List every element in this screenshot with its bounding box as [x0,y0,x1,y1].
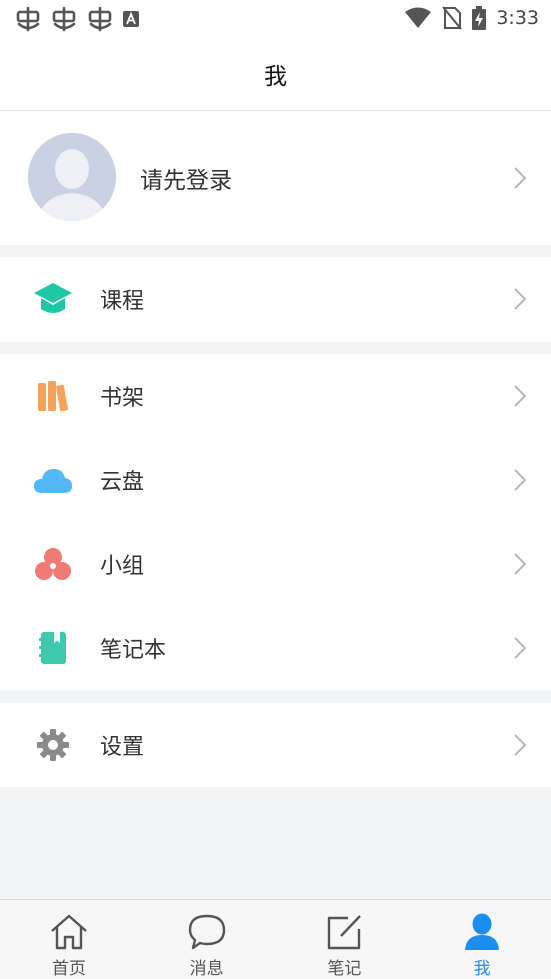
tab-messages[interactable]: 消息 [138,900,276,979]
bug-icon [88,6,112,32]
menu-item-settings[interactable]: 设置 [0,703,551,787]
menu-item-bookshelf[interactable]: 书架 [0,354,551,438]
tab-me[interactable]: 我 [413,900,551,979]
home-icon [51,914,87,950]
profile-login-row[interactable]: 请先登录 [0,111,551,245]
no-sim-icon [442,6,463,30]
person-icon [465,913,500,950]
edit-note-icon [328,915,362,950]
a-box-icon [123,11,139,27]
tab-label: 我 [473,959,491,979]
menu-item-notebook[interactable]: 笔记本 [0,606,551,690]
tab-notes[interactable]: 笔记 [276,900,414,979]
battery-charging-icon [472,6,487,30]
chevron-right-icon [514,553,527,575]
bottom-tab-bar: 首页 消息 笔记 我 [0,899,551,979]
chat-bubble-icon [188,914,225,950]
menu-item-label: 书架 [100,386,145,411]
tab-label: 消息 [189,959,224,979]
bug-icon [16,6,40,32]
bug-icon [52,6,76,32]
apps-section: 书架 云盘 小组 笔记本 [0,354,551,690]
settings-section: 设置 [0,703,551,787]
course-section: 课程 [0,257,551,342]
menu-item-label: 笔记本 [100,638,167,663]
wifi-icon [405,7,432,28]
chevron-right-icon [514,637,527,659]
menu-item-course[interactable]: 课程 [0,257,551,341]
chevron-right-icon [514,734,527,756]
menu-item-label: 小组 [100,554,145,579]
login-prompt: 请先登录 [140,168,232,194]
status-bar: 3:33 [0,0,551,38]
tab-label: 笔记 [327,959,362,979]
chevron-right-icon [514,469,527,491]
menu-item-label: 云盘 [100,470,145,495]
menu-item-label: 设置 [100,735,145,760]
gear-icon [33,725,73,765]
menu-item-label: 课程 [100,289,145,314]
page-title: 我 [264,64,287,90]
tab-home[interactable]: 首页 [0,900,138,979]
graduation-cap-icon [33,279,73,319]
books-icon [33,376,73,416]
notebook-icon [33,628,73,668]
status-notifications [14,6,140,32]
chevron-right-icon [514,288,527,310]
avatar-placeholder-icon [28,133,116,221]
menu-item-cloud[interactable]: 云盘 [0,438,551,522]
header: 我 [0,38,551,111]
chevron-right-icon [514,167,527,189]
status-system: 3:33 [404,6,539,30]
status-time: 3:33 [496,7,539,29]
chevron-right-icon [514,385,527,407]
menu-item-group[interactable]: 小组 [0,522,551,606]
avatar [28,133,116,221]
tab-label: 首页 [51,959,86,979]
cloud-icon [33,460,73,500]
group-icon [33,544,73,584]
